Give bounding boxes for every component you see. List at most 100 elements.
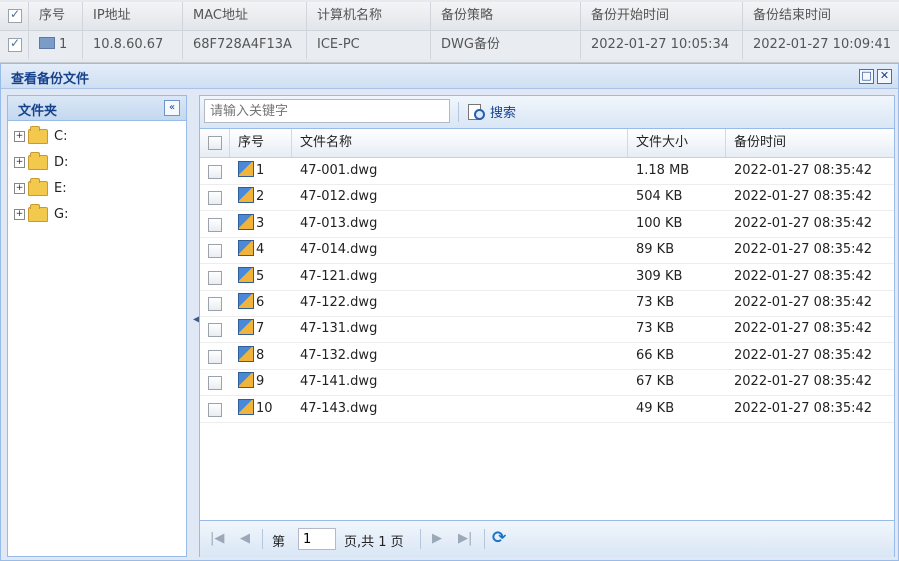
row-checkbox[interactable] xyxy=(208,270,222,285)
row-checkbox[interactable] xyxy=(208,165,222,179)
dwg-file-icon xyxy=(238,161,254,177)
header-checkbox-cell xyxy=(200,129,230,157)
page-prefix-label: 第 xyxy=(272,535,286,550)
close-icon[interactable]: ✕ xyxy=(877,69,892,84)
file-index: 2 xyxy=(256,189,265,205)
next-page-icon[interactable]: ▶ xyxy=(432,531,442,546)
search-button[interactable]: 搜索 xyxy=(468,102,516,121)
file-size: 309 KB xyxy=(636,268,683,284)
table-row[interactable]: 10 47-143.dwg 49 KB 2022-01-27 08:35:42 xyxy=(200,396,894,423)
pager-separator xyxy=(484,529,485,549)
table-row[interactable]: 9 47-141.dwg 67 KB 2022-01-27 08:35:42 xyxy=(200,369,894,397)
pager-separator xyxy=(262,529,263,549)
dwg-file-icon xyxy=(238,293,254,309)
file-index: 3 xyxy=(256,215,265,231)
file-index-cell: 8 xyxy=(230,343,292,369)
file-index-cell: 6 xyxy=(230,290,292,316)
col-file-size[interactable]: 文件大小 xyxy=(628,129,726,157)
file-index: 9 xyxy=(256,374,265,390)
last-page-icon[interactable]: ▶| xyxy=(458,531,472,546)
window-title: 查看备份文件 xyxy=(11,72,90,87)
first-page-icon[interactable]: |◀ xyxy=(210,531,224,546)
folder-icon xyxy=(28,125,48,144)
tree-node-e[interactable]: + E: xyxy=(14,177,67,198)
col-ip[interactable]: IP地址 xyxy=(82,2,131,30)
page-number-input[interactable] xyxy=(298,528,336,550)
row-checkbox[interactable] xyxy=(208,244,222,259)
file-name: 47-001.dwg xyxy=(300,163,378,178)
backup-files-window: 查看备份文件 □ ✕ 文件夹 « + C: + D: + E: + G: ◀ 请… xyxy=(0,63,899,561)
drive-label: G: xyxy=(54,206,69,222)
row-checkbox[interactable] xyxy=(208,191,222,206)
col-file-index[interactable]: 序号 xyxy=(230,129,292,157)
file-index: 8 xyxy=(256,347,265,363)
search-icon xyxy=(468,103,485,120)
search-input[interactable] xyxy=(204,99,450,123)
folder-icon xyxy=(28,203,48,222)
window-titlebar[interactable]: 查看备份文件 □ ✕ xyxy=(1,64,898,89)
page-count-label: 页,共 1 页 xyxy=(344,535,404,550)
maximize-icon[interactable]: □ xyxy=(859,69,874,84)
expand-icon[interactable]: + xyxy=(14,156,25,168)
file-index: 1 xyxy=(256,163,265,178)
row-checkbox[interactable] xyxy=(208,217,222,232)
table-row[interactable]: 2 47-012.dwg 504 KB 2022-01-27 08:35:42 xyxy=(200,184,894,212)
file-name: 47-013.dwg xyxy=(300,215,378,231)
tree-node-d[interactable]: + D: xyxy=(14,151,68,172)
row-ip: 10.8.60.67 xyxy=(82,31,163,59)
col-mac[interactable]: MAC地址 xyxy=(182,2,248,30)
expand-icon[interactable]: + xyxy=(14,182,25,194)
backup-time: 2022-01-27 08:35:42 xyxy=(734,374,873,390)
row-checkbox[interactable] xyxy=(208,349,222,364)
col-end[interactable]: 备份结束时间 xyxy=(742,2,831,30)
file-index-cell: 9 xyxy=(230,369,292,395)
tree-node-g[interactable]: + G: xyxy=(14,203,69,224)
collapse-panel-button[interactable]: « xyxy=(164,100,180,116)
expand-icon[interactable]: + xyxy=(14,130,25,142)
col-file-name[interactable]: 文件名称 xyxy=(292,129,628,157)
row-checkbox[interactable] xyxy=(208,297,222,311)
row-index-cell: 1 xyxy=(28,31,67,59)
file-index-cell: 10 xyxy=(230,396,292,422)
col-start[interactable]: 备份开始时间 xyxy=(580,2,669,30)
table-row[interactable]: 7 47-131.dwg 73 KB 2022-01-27 08:35:42 xyxy=(200,316,894,344)
row-checkbox[interactable] xyxy=(8,36,22,52)
row-start: 2022-01-27 10:05:34 xyxy=(580,31,729,59)
file-list-panel: 搜索 序号 文件名称 文件大小 备份时间 1 47-001.dwg 1.18 MB 2… xyxy=(199,95,895,557)
row-policy: DWG备份 xyxy=(430,31,500,59)
table-row[interactable]: 6 47-122.dwg 73 KB 2022-01-27 08:35:42 xyxy=(200,290,894,317)
row-checkbox[interactable] xyxy=(208,323,222,338)
backup-time: 2022-01-27 08:35:42 xyxy=(734,400,873,416)
file-size: 67 KB xyxy=(636,374,675,390)
row-checkbox[interactable] xyxy=(208,376,222,391)
file-name: 47-122.dwg xyxy=(300,295,378,310)
background-table-header: 序号 IP地址 MAC地址 计算机名称 备份策略 备份开始时间 备份结束时间 xyxy=(0,2,899,31)
refresh-icon[interactable]: ⟳ xyxy=(492,529,510,547)
backup-time: 2022-01-27 08:35:42 xyxy=(734,163,873,178)
row-end: 2022-01-27 10:09:41 xyxy=(742,31,891,59)
file-size: 73 KB xyxy=(636,295,675,310)
select-all-checkbox[interactable] xyxy=(8,7,22,23)
table-row[interactable]: 8 47-132.dwg 66 KB 2022-01-27 08:35:42 xyxy=(200,343,894,370)
toolbar-separator xyxy=(458,102,459,122)
table-row[interactable]: 4 47-014.dwg 89 KB 2022-01-27 08:35:42 xyxy=(200,237,894,265)
col-policy[interactable]: 备份策略 xyxy=(430,2,493,30)
tree-node-c[interactable]: + C: xyxy=(14,125,67,146)
col-computer[interactable]: 计算机名称 xyxy=(306,2,382,30)
file-index-cell: 4 xyxy=(230,237,292,263)
expand-icon[interactable]: + xyxy=(14,208,25,220)
select-all-files-checkbox[interactable] xyxy=(208,136,222,150)
table-row[interactable]: 3 47-013.dwg 100 KB 2022-01-27 08:35:42 xyxy=(200,211,894,238)
file-index: 6 xyxy=(256,295,265,310)
backup-time: 2022-01-27 08:35:42 xyxy=(734,295,873,310)
backup-time: 2022-01-27 08:35:42 xyxy=(734,189,873,205)
prev-page-icon[interactable]: ◀ xyxy=(240,531,250,546)
col-backup-time[interactable]: 备份时间 xyxy=(726,129,894,157)
table-row[interactable]: 5 47-121.dwg 309 KB 2022-01-27 08:35:42 xyxy=(200,264,894,291)
file-index-cell: 2 xyxy=(230,184,292,210)
row-checkbox[interactable] xyxy=(208,402,222,417)
table-row[interactable]: 1 47-001.dwg 1.18 MB 2022-01-27 08:35:42 xyxy=(200,158,894,185)
table-row[interactable]: 1 10.8.60.67 68F728A4F13A ICE-PC DWG备份 2… xyxy=(0,31,899,59)
file-index-cell: 7 xyxy=(230,316,292,342)
col-index[interactable]: 序号 xyxy=(28,2,65,30)
